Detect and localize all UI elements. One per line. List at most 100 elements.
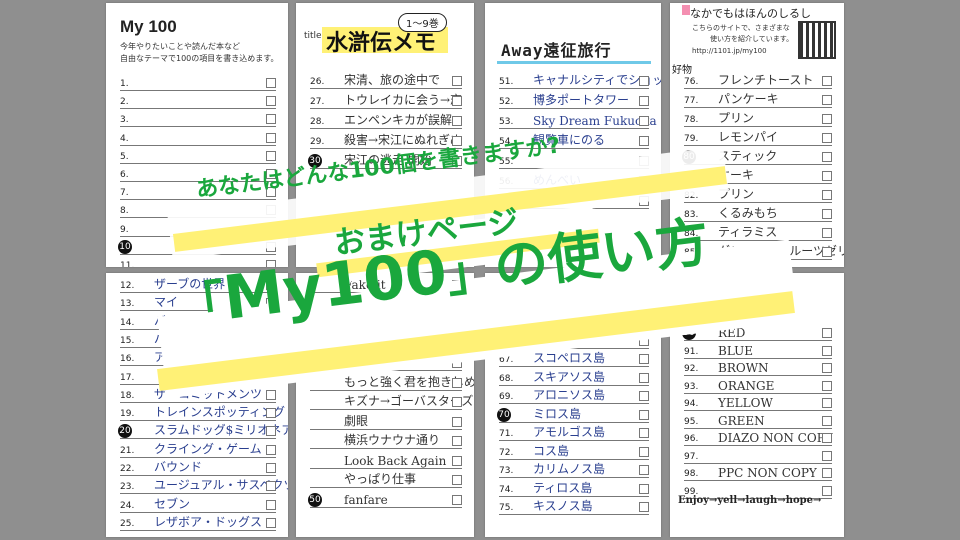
row-number: 55. (499, 157, 514, 167)
list-row: 94. YELLOW (684, 395, 832, 411)
row-checkbox[interactable] (266, 223, 276, 234)
row-checkbox[interactable] (822, 152, 832, 162)
row-checkbox[interactable] (266, 316, 276, 327)
qr-code[interactable] (798, 21, 836, 59)
list-row: 66. レフカダ島 (499, 333, 649, 349)
row-number: 74. (499, 484, 514, 495)
row-checkbox[interactable] (266, 444, 276, 455)
row-checkbox[interactable] (639, 317, 649, 327)
row-checkbox[interactable] (639, 409, 649, 420)
row-checkbox[interactable] (639, 502, 649, 512)
row-checkbox[interactable] (639, 391, 649, 401)
row-checkbox[interactable] (822, 190, 832, 200)
row-checkbox[interactable] (822, 345, 832, 356)
row-checkbox[interactable] (822, 76, 832, 86)
row-checkbox[interactable] (266, 132, 276, 143)
list-row: 11. (120, 257, 276, 267)
site-url[interactable]: http://1101.jp/my100 (692, 47, 767, 55)
row-checkbox[interactable] (822, 114, 832, 124)
row-number: 83. (684, 210, 699, 220)
row-checkbox[interactable] (452, 116, 462, 126)
row-checkbox[interactable] (266, 517, 276, 528)
row-checkbox[interactable] (266, 426, 276, 437)
row-number: 72. (499, 447, 514, 458)
row-checkbox[interactable] (822, 247, 832, 257)
row-checkbox[interactable] (452, 76, 462, 86)
row-checkbox[interactable] (822, 209, 832, 219)
row-checkbox[interactable] (266, 114, 276, 125)
row-checkbox[interactable] (822, 450, 832, 461)
row-checkbox[interactable] (266, 481, 276, 492)
row-checkbox[interactable] (822, 133, 832, 143)
list-row: 20 スラムドッグ$ミリオネア (118, 423, 288, 440)
row-checkbox[interactable] (639, 483, 649, 494)
row-checkbox[interactable] (266, 298, 276, 309)
row-checkbox[interactable] (822, 433, 832, 443)
row-checkbox[interactable] (266, 463, 276, 473)
list-row: 26. 宋清、旅の途中で (310, 73, 462, 89)
row-checkbox[interactable] (822, 415, 832, 426)
row-checkbox[interactable] (452, 377, 462, 388)
row-checkbox[interactable] (822, 328, 832, 338)
row-checkbox[interactable] (266, 150, 276, 161)
row-checkbox[interactable] (639, 446, 649, 457)
row-checkbox[interactable] (452, 455, 462, 466)
row-checkbox[interactable] (452, 136, 462, 146)
row-checkbox[interactable] (452, 338, 462, 349)
row-checkbox[interactable] (639, 354, 649, 364)
row-checkbox[interactable] (822, 363, 832, 373)
row-checkbox[interactable] (452, 96, 462, 106)
row-checkbox[interactable] (266, 205, 276, 216)
row-checkbox[interactable] (822, 95, 832, 105)
row-checkbox[interactable] (452, 319, 462, 329)
row-checkbox[interactable] (266, 96, 276, 107)
row-checkbox[interactable] (452, 436, 462, 446)
row-checkbox[interactable] (822, 228, 832, 238)
row-checkbox[interactable] (452, 280, 462, 290)
row-checkbox[interactable] (266, 371, 276, 382)
row-checkbox[interactable] (266, 334, 276, 345)
row-text: ティロス島 (533, 480, 593, 495)
row-checkbox[interactable] (266, 241, 276, 252)
row-checkbox[interactable] (822, 485, 832, 496)
row-checkbox[interactable] (266, 187, 276, 198)
row-checkbox[interactable] (639, 280, 649, 290)
row-checkbox[interactable] (452, 416, 462, 427)
row-checkbox[interactable] (822, 171, 832, 181)
row-text: レフカダ島 (533, 332, 594, 347)
row-checkbox[interactable] (639, 196, 649, 206)
row-checkbox[interactable] (452, 156, 462, 166)
row-checkbox[interactable] (452, 397, 462, 407)
row-checkbox[interactable] (266, 353, 276, 364)
row-checkbox[interactable] (266, 260, 276, 267)
row-checkbox[interactable] (822, 468, 832, 478)
row-checkbox[interactable] (639, 176, 649, 186)
row-checkbox[interactable] (639, 372, 649, 383)
row-checkbox[interactable] (639, 298, 649, 309)
row-checkbox[interactable] (266, 408, 276, 419)
row-checkbox[interactable] (639, 96, 649, 106)
row-checkbox[interactable] (452, 475, 462, 485)
row-checkbox[interactable] (639, 428, 649, 438)
row-checkbox[interactable] (639, 156, 649, 166)
row-number: 97. (684, 451, 699, 462)
list-row: 67. スコペロス島 (499, 351, 649, 367)
row-checkbox[interactable] (266, 78, 276, 88)
row-checkbox[interactable] (639, 76, 649, 86)
row-checkbox[interactable] (639, 465, 649, 475)
row-checkbox[interactable] (452, 358, 462, 368)
row-checkbox[interactable] (266, 499, 276, 510)
row-text: クライング・ゲーム (154, 441, 262, 456)
row-checkbox[interactable] (639, 335, 649, 346)
list-row: 3. (120, 111, 276, 128)
row-checkbox[interactable] (266, 169, 276, 179)
row-checkbox[interactable] (639, 136, 649, 146)
row-checkbox[interactable] (266, 280, 276, 290)
row-checkbox[interactable] (822, 380, 832, 391)
row-checkbox[interactable] (452, 299, 462, 310)
row-text: アン (154, 350, 178, 365)
row-checkbox[interactable] (822, 398, 832, 408)
row-checkbox[interactable] (452, 494, 462, 505)
row-checkbox[interactable] (266, 389, 276, 400)
row-checkbox[interactable] (639, 116, 649, 126)
